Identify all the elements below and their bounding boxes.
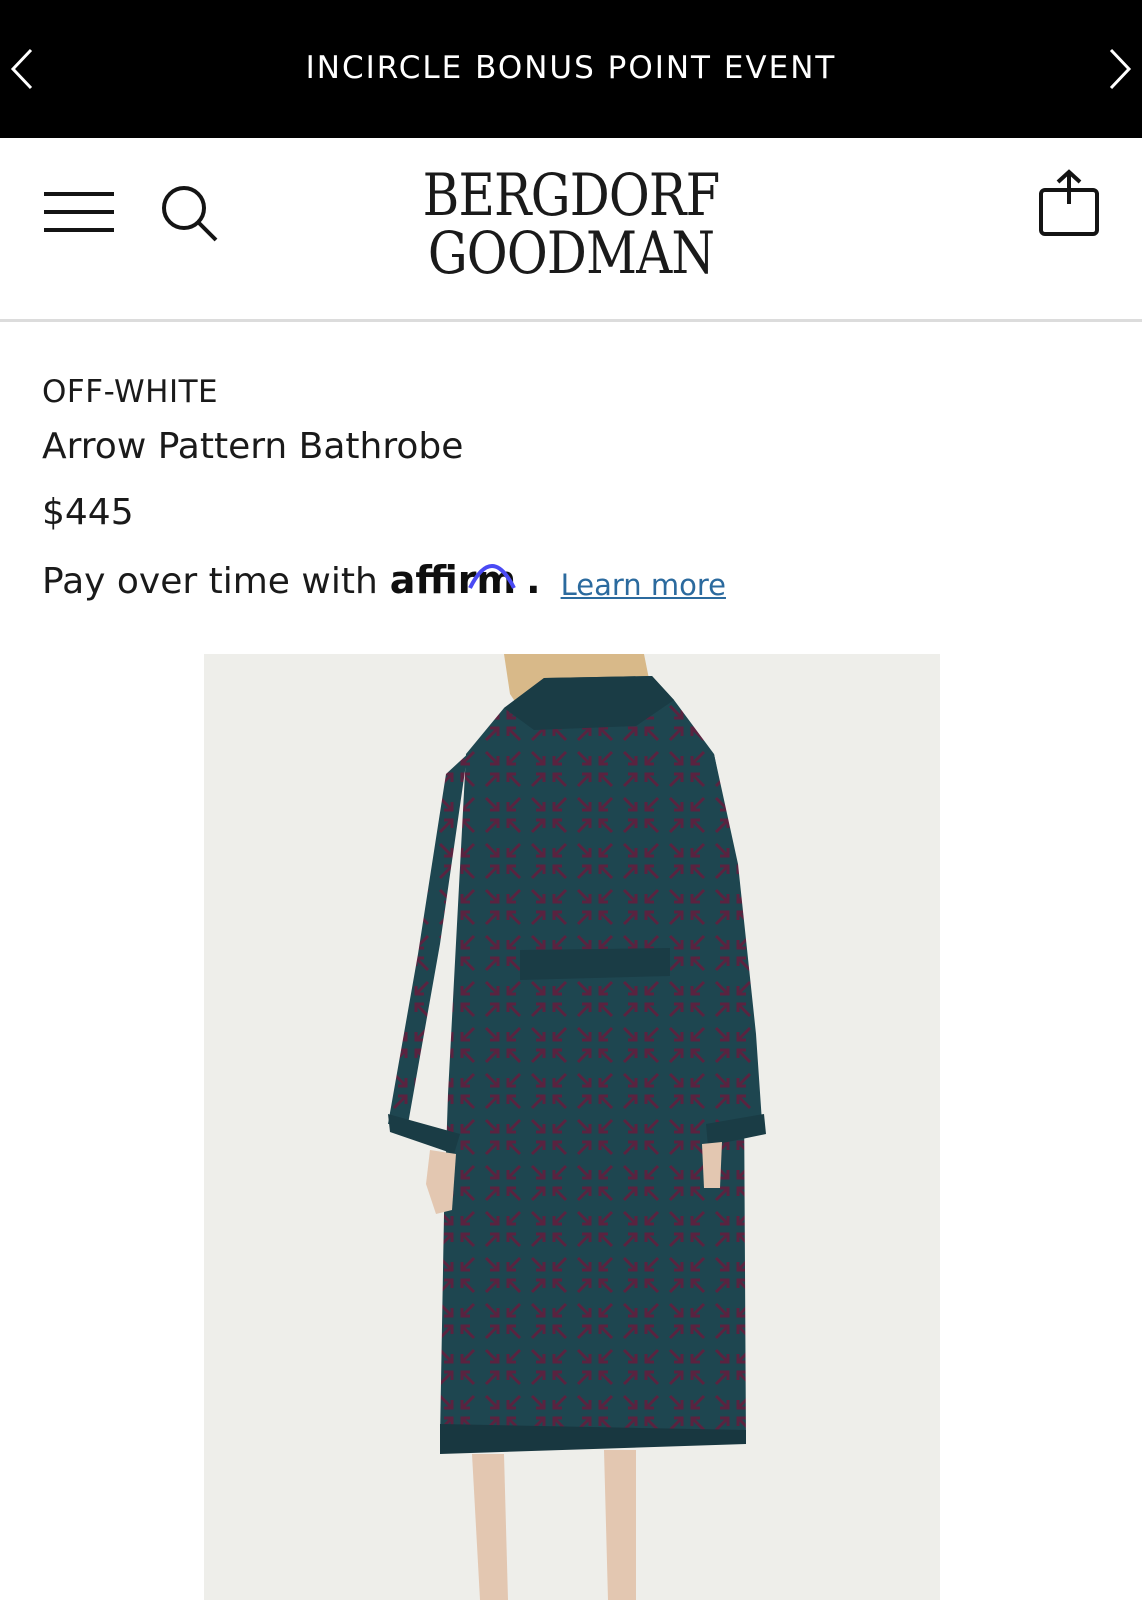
promo-next-button[interactable] xyxy=(1098,44,1142,94)
product-brand[interactable]: OFF-WHITE xyxy=(42,374,218,410)
site-logo[interactable]: BERGDORF GOODMAN xyxy=(380,166,762,282)
learn-more-link[interactable]: Learn more xyxy=(561,568,726,602)
affirm-logo: affirm. xyxy=(390,558,541,602)
search-icon xyxy=(162,186,218,242)
logo-line-2: GOODMAN xyxy=(427,219,715,287)
product-image[interactable] xyxy=(204,654,940,1600)
promo-banner: INCIRCLE BONUS POINT EVENT xyxy=(0,0,1142,138)
affirm-promo: Pay over time with affirm. Learn more xyxy=(42,546,726,602)
affirm-arc-icon xyxy=(467,564,516,589)
menu-button[interactable] xyxy=(44,190,116,234)
shopping-bag-icon xyxy=(1039,169,1099,236)
search-button[interactable] xyxy=(158,182,224,248)
affirm-pay-text: Pay over time with xyxy=(42,561,378,602)
affirm-period: . xyxy=(526,558,541,602)
promo-text[interactable]: INCIRCLE BONUS POINT EVENT xyxy=(0,46,1142,90)
product-name: Arrow Pattern Bathrobe xyxy=(42,426,464,467)
shopping-bag-button[interactable] xyxy=(1038,168,1102,240)
logo-line-1: BERGDORF xyxy=(422,161,721,229)
hamburger-icon xyxy=(44,192,114,232)
chevron-right-icon xyxy=(1109,48,1132,90)
site-header: BERGDORF GOODMAN xyxy=(0,138,1142,322)
bathrobe-illustration xyxy=(388,654,766,1600)
product-price: $445 xyxy=(42,492,134,533)
